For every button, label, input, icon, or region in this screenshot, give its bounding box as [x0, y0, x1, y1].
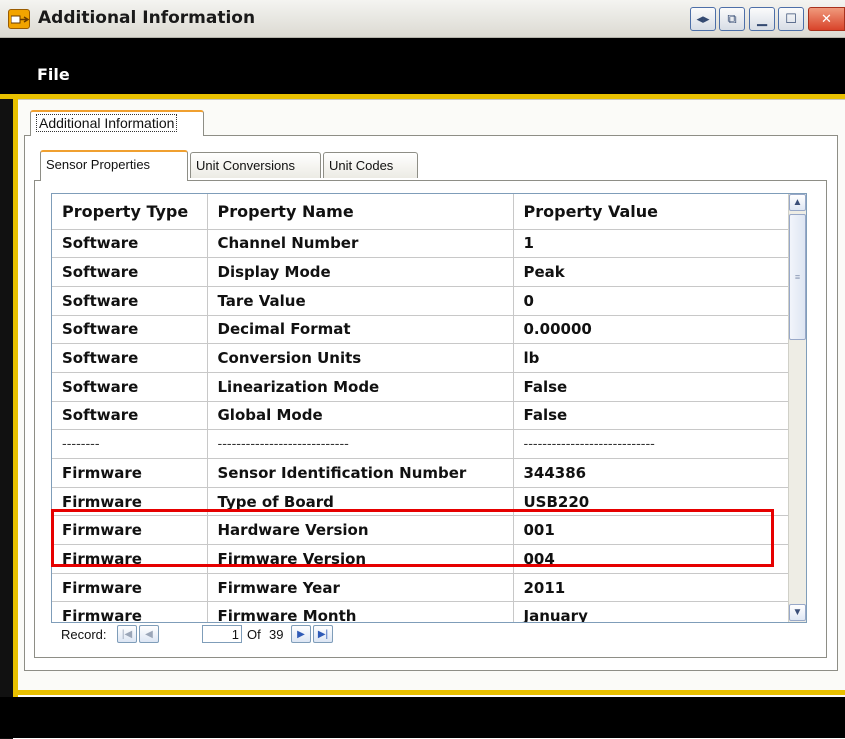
tab-label: Additional Information: [36, 114, 178, 132]
table-row[interactable]: Firmware Firmware Month January: [52, 601, 791, 622]
cell-property-type[interactable]: Software: [52, 286, 208, 316]
cell-property-value[interactable]: lb: [513, 343, 791, 373]
menu-file[interactable]: File: [37, 65, 70, 84]
cell-property-type[interactable]: Software: [52, 315, 208, 345]
next-record-icon[interactable]: ▶: [291, 625, 311, 643]
detach-icon[interactable]: ⧉: [719, 7, 745, 31]
minimize-button[interactable]: ▁: [749, 7, 775, 31]
scroll-down-icon[interactable]: ▼: [789, 604, 806, 621]
table-row[interactable]: Firmware Firmware Year 2011: [52, 573, 791, 603]
cell-property-type[interactable]: Firmware: [52, 515, 208, 546]
cell-property-name[interactable]: Display Mode: [207, 257, 514, 287]
tab-sensor-properties[interactable]: Sensor Properties: [40, 150, 188, 181]
table-row[interactable]: Firmware Hardware Version 001: [52, 515, 791, 546]
cell-property-value[interactable]: Peak: [513, 257, 791, 287]
first-record-icon[interactable]: |◀: [117, 625, 137, 643]
cell-property-name[interactable]: Decimal Format: [207, 315, 514, 345]
cell-property-name[interactable]: Tare Value: [207, 286, 514, 316]
bottom-accent: [13, 690, 845, 695]
column-header-property-name[interactable]: Property Name: [207, 194, 514, 230]
close-button[interactable]: ✕: [808, 7, 845, 31]
table-row[interactable]: -------- ---------------------------- ----…: [52, 429, 791, 459]
cell-property-name[interactable]: Type of Board: [207, 487, 514, 517]
cell-property-value[interactable]: 004: [513, 544, 791, 574]
menu-bar: File: [0, 38, 845, 94]
tab-unit-conversions[interactable]: Unit Conversions: [190, 152, 321, 178]
scroll-up-icon[interactable]: ▲: [789, 194, 806, 211]
last-record-icon[interactable]: ▶|: [313, 625, 333, 643]
cell-property-value[interactable]: 344386: [513, 458, 791, 488]
cell-property-name[interactable]: Firmware Month: [207, 601, 514, 622]
scroll-thumb[interactable]: ≡: [789, 214, 806, 340]
cell-property-name[interactable]: Sensor Identification Number: [207, 458, 514, 488]
properties-table: Property Type Property Name Property Val…: [52, 194, 791, 622]
cell-property-name[interactable]: Global Mode: [207, 401, 514, 431]
cell-property-type[interactable]: Firmware: [52, 487, 208, 517]
cell-property-name[interactable]: Firmware Version: [207, 544, 514, 574]
table-row[interactable]: Software Display Mode Peak: [52, 257, 791, 287]
split-icon[interactable]: ◂▸: [690, 7, 716, 31]
table-row[interactable]: Firmware Firmware Version 004: [52, 544, 791, 574]
cell-property-value[interactable]: False: [513, 401, 791, 431]
tab-additional-information[interactable]: Additional Information: [30, 110, 204, 136]
table-row[interactable]: Software Channel Number 1: [52, 229, 791, 259]
cell-property-value[interactable]: 0: [513, 286, 791, 316]
cell-property-type[interactable]: Software: [52, 372, 208, 402]
column-header-property-type[interactable]: Property Type: [52, 194, 208, 230]
cell-property-type[interactable]: Software: [52, 257, 208, 287]
cell-property-type[interactable]: Firmware: [52, 544, 208, 574]
title-bar: Additional Information ◂▸ ⧉ ▁ ☐ ✕: [0, 0, 845, 38]
table-row[interactable]: Software Decimal Format 0.00000: [52, 315, 791, 345]
of-label: Of: [247, 627, 261, 642]
cell-property-value[interactable]: 001: [513, 515, 791, 546]
cell-property-value[interactable]: ----------------------------: [513, 429, 791, 459]
cell-property-type[interactable]: Software: [52, 401, 208, 431]
table-row[interactable]: Firmware Type of Board USB220: [52, 487, 791, 517]
cell-property-value[interactable]: False: [513, 372, 791, 402]
app-icon: [8, 9, 30, 29]
record-label: Record:: [61, 627, 107, 642]
cell-property-name[interactable]: Hardware Version: [207, 515, 514, 546]
cell-property-name[interactable]: Channel Number: [207, 229, 514, 259]
cell-property-value[interactable]: January: [513, 601, 791, 622]
tab-unit-codes[interactable]: Unit Codes: [323, 152, 418, 178]
left-border: [0, 99, 13, 739]
table-row[interactable]: Software Conversion Units lb: [52, 343, 791, 373]
properties-grid[interactable]: Property Type Property Name Property Val…: [51, 193, 807, 623]
cell-property-type[interactable]: Firmware: [52, 573, 208, 603]
cell-property-name[interactable]: Linearization Mode: [207, 372, 514, 402]
cell-property-type[interactable]: --------: [52, 429, 208, 459]
column-header-property-value[interactable]: Property Value: [513, 194, 791, 230]
cell-property-value[interactable]: 2011: [513, 573, 791, 603]
cell-property-type[interactable]: Firmware: [52, 601, 208, 622]
record-navigator: Record: |◀ ◀ Of 39 ▶ ▶|: [51, 623, 421, 645]
table-row[interactable]: Software Tare Value 0: [52, 286, 791, 316]
status-area: [0, 697, 845, 738]
cell-property-value[interactable]: 0.00000: [513, 315, 791, 345]
cell-property-name[interactable]: Conversion Units: [207, 343, 514, 373]
record-total: 39: [269, 627, 284, 642]
vertical-scrollbar[interactable]: ▲ ≡ ▼: [788, 194, 806, 622]
cell-property-type[interactable]: Software: [52, 229, 208, 259]
table-row[interactable]: Firmware Sensor Identification Number 3443…: [52, 458, 791, 488]
table-header-row: Property Type Property Name Property Val…: [52, 194, 791, 230]
cell-property-type[interactable]: Firmware: [52, 458, 208, 488]
cell-property-value[interactable]: USB220: [513, 487, 791, 517]
cell-property-name[interactable]: ----------------------------: [207, 429, 514, 459]
record-number-input[interactable]: [202, 625, 242, 643]
table-row[interactable]: Software Global Mode False: [52, 401, 791, 431]
maximize-button[interactable]: ☐: [778, 7, 804, 31]
cell-property-name[interactable]: Firmware Year: [207, 573, 514, 603]
cell-property-type[interactable]: Software: [52, 343, 208, 373]
previous-record-icon[interactable]: ◀: [139, 625, 159, 643]
table-row[interactable]: Software Linearization Mode False: [52, 372, 791, 402]
window-title: Additional Information: [38, 8, 256, 28]
cell-property-value[interactable]: 1: [513, 229, 791, 259]
